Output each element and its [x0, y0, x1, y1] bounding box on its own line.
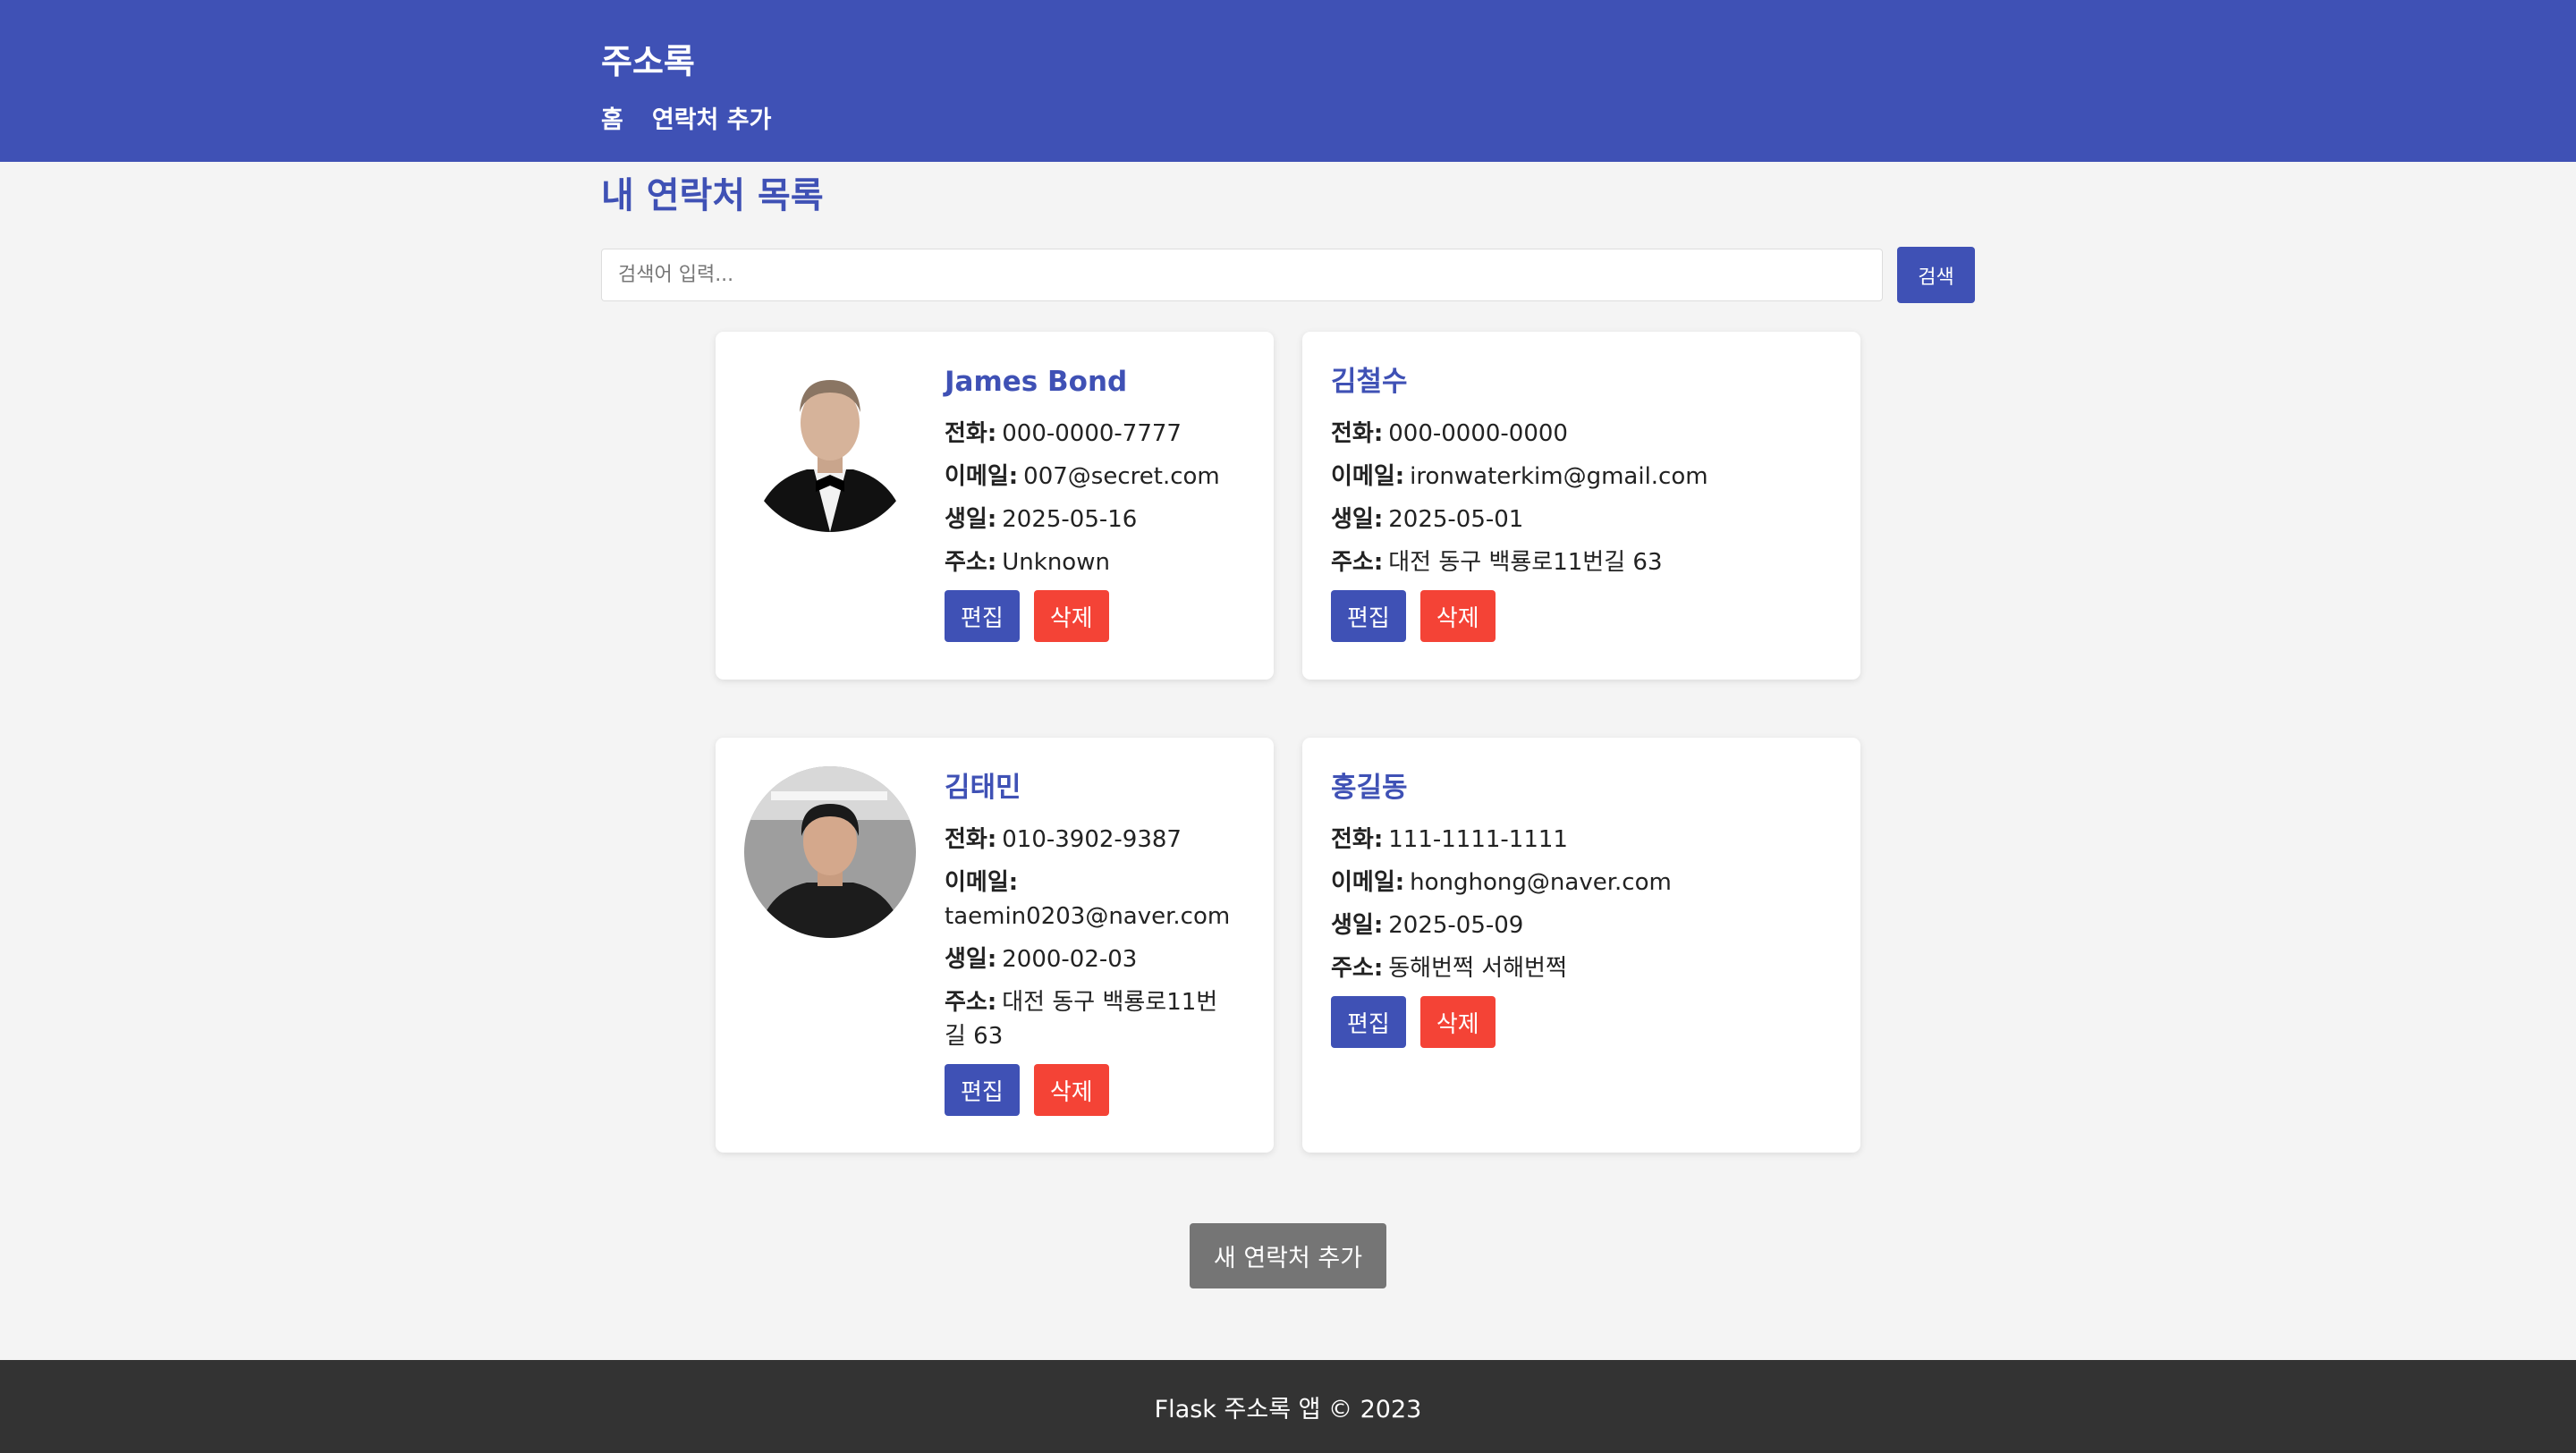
email-value: honghong@naver.com	[1410, 869, 1672, 897]
contact-name[interactable]: James Bond	[945, 366, 1231, 399]
contact-address: 주소: 동해번쩍 서해번쩍	[1331, 951, 1832, 985]
address-label: 주소:	[1331, 955, 1384, 983]
contact-card: 김철수 전화: 000-0000-0000 이메일: ironwaterkim@gm…	[1302, 332, 1860, 680]
email-label: 이메일:	[945, 463, 1019, 491]
phone-label: 전화:	[945, 826, 997, 854]
contact-phone: 전화: 111-1111-1111	[1331, 823, 1832, 857]
search-button[interactable]: 검색	[1897, 247, 1975, 303]
phone-value: 010-3902-9387	[1002, 826, 1182, 854]
delete-button[interactable]: 삭제	[1033, 590, 1109, 643]
page-title: 내 연락처 목록	[601, 175, 824, 216]
contact-info: 김태민 전화: 010-3902-9387 이메일: taemin0203@nave…	[945, 772, 1231, 1117]
contact-address: 주소: Unknown	[945, 545, 1231, 579]
delete-button[interactable]: 삭제	[1033, 1064, 1109, 1117]
contact-phone: 전화: 010-3902-9387	[945, 823, 1231, 857]
address-value: Unknown	[1002, 549, 1110, 577]
contact-info: James Bond 전화: 000-0000-7777 이메일: 007@secr…	[945, 366, 1231, 643]
email-label: 이메일:	[1331, 463, 1405, 491]
contact-info: 홍길동 전화: 111-1111-1111 이메일: honghong@naver.…	[1331, 772, 1832, 1049]
nav-add-contact-link[interactable]: 연락처 추가	[652, 100, 772, 135]
contact-birthday: 생일: 2025-05-16	[945, 503, 1231, 536]
birthday-label: 생일:	[945, 506, 997, 534]
birthday-label: 생일:	[1331, 506, 1384, 534]
contact-card: 김태민 전화: 010-3902-9387 이메일: taemin0203@nave…	[716, 738, 1274, 1153]
address-value: 대전 동구 백룡로11번길 63	[1388, 549, 1663, 577]
nav-home-link[interactable]: 홈	[601, 100, 623, 135]
phone-value: 000-0000-0000	[1388, 420, 1568, 448]
footer-text: Flask 주소록 앱 © 2023	[1154, 1395, 1422, 1423]
birthday-label: 생일:	[1331, 912, 1384, 940]
contact-birthday: 생일: 2025-05-09	[1331, 908, 1832, 942]
birthday-label: 생일:	[945, 946, 997, 974]
birthday-value: 2025-05-16	[1002, 506, 1138, 534]
contact-email: 이메일: ironwaterkim@gmail.com	[1331, 460, 1832, 494]
contact-name[interactable]: 김철수	[1331, 366, 1832, 399]
edit-button[interactable]: 편집	[1331, 996, 1406, 1049]
delete-button[interactable]: 삭제	[1419, 590, 1496, 643]
contact-name[interactable]: 홍길동	[1331, 772, 1832, 805]
main-nav: 홈 연락처 추가	[601, 100, 771, 135]
avatar	[744, 360, 916, 532]
app-brand[interactable]: 주소록	[601, 34, 695, 83]
address-label: 주소:	[945, 549, 997, 577]
card-actions: 편집 삭제	[1331, 590, 1832, 643]
address-label: 주소:	[945, 989, 997, 1017]
search-input[interactable]	[601, 249, 1883, 301]
card-actions: 편집 삭제	[945, 1064, 1231, 1117]
contact-photo	[744, 360, 916, 532]
phone-label: 전화:	[1331, 420, 1384, 448]
app-header: 주소록 홈 연락처 추가	[0, 0, 2576, 162]
email-value: taemin0203@naver.com	[945, 903, 1231, 931]
card-actions: 편집 삭제	[1331, 996, 1832, 1049]
edit-button[interactable]: 편집	[1331, 590, 1406, 643]
contact-name[interactable]: 김태민	[945, 772, 1231, 805]
contact-phone: 전화: 000-0000-0000	[1331, 417, 1832, 451]
contact-address: 주소: 대전 동구 백룡로11번길 63	[945, 985, 1231, 1053]
contact-photo	[744, 766, 916, 938]
contact-email: 이메일: taemin0203@naver.com	[945, 866, 1231, 933]
phone-value: 000-0000-7777	[1002, 420, 1182, 448]
contact-email: 이메일: 007@secret.com	[945, 460, 1231, 494]
address-value: 동해번쩍 서해번쩍	[1388, 955, 1567, 983]
contact-card: James Bond 전화: 000-0000-7777 이메일: 007@secr…	[716, 332, 1274, 680]
contact-birthday: 생일: 2025-05-01	[1331, 503, 1832, 536]
contact-birthday: 생일: 2000-02-03	[945, 942, 1231, 976]
birthday-value: 2025-05-09	[1388, 912, 1524, 940]
contact-email: 이메일: honghong@naver.com	[1331, 866, 1832, 900]
phone-label: 전화:	[1331, 826, 1384, 854]
phone-label: 전화:	[945, 420, 997, 448]
delete-button[interactable]: 삭제	[1419, 996, 1496, 1049]
edit-button[interactable]: 편집	[945, 590, 1020, 643]
app-footer: Flask 주소록 앱 © 2023	[0, 1360, 2576, 1453]
edit-button[interactable]: 편집	[945, 1064, 1020, 1117]
address-label: 주소:	[1331, 549, 1384, 577]
birthday-value: 2000-02-03	[1002, 946, 1138, 974]
email-label: 이메일:	[945, 869, 1019, 897]
email-value: ironwaterkim@gmail.com	[1410, 463, 1708, 491]
add-contact-button[interactable]: 새 연락처 추가	[1190, 1223, 1386, 1288]
contact-address: 주소: 대전 동구 백룡로11번길 63	[1331, 545, 1832, 579]
email-value: 007@secret.com	[1023, 463, 1220, 491]
card-actions: 편집 삭제	[945, 590, 1231, 643]
avatar	[744, 766, 916, 938]
contact-card: 홍길동 전화: 111-1111-1111 이메일: honghong@naver.…	[1302, 738, 1860, 1153]
phone-value: 111-1111-1111	[1388, 826, 1568, 854]
contact-info: 김철수 전화: 000-0000-0000 이메일: ironwaterkim@gm…	[1331, 366, 1832, 643]
email-label: 이메일:	[1331, 869, 1405, 897]
contact-phone: 전화: 000-0000-7777	[945, 417, 1231, 451]
birthday-value: 2025-05-01	[1388, 506, 1524, 534]
